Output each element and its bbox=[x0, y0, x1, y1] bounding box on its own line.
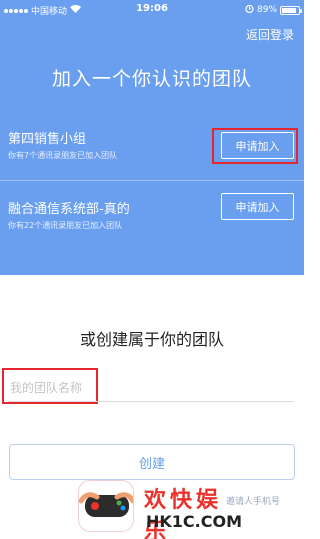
team-name-input[interactable] bbox=[8, 374, 294, 402]
battery-fill bbox=[282, 7, 297, 13]
battery-percent: 89% bbox=[256, 5, 277, 15]
divider bbox=[0, 180, 304, 181]
create-team-title: 或创建属于你的团队 bbox=[79, 330, 224, 349]
watermark: 欢快娱乐 HK1C.COM bbox=[78, 478, 242, 539]
battery-icon bbox=[280, 5, 302, 15]
team-friends-count: 你有7个通讯录朋友已加入团队 bbox=[8, 151, 118, 160]
apply-join-button[interactable]: 申请加入 bbox=[221, 193, 294, 220]
create-button[interactable]: 创建 bbox=[9, 444, 295, 480]
watermark-logo-icon bbox=[78, 480, 134, 532]
back-to-login-link[interactable]: 返回登录 bbox=[246, 26, 294, 43]
team-friends-count: 你有22个通讯录朋友已加入团队 bbox=[8, 221, 123, 230]
apply-join-button[interactable]: 申请加入 bbox=[221, 132, 294, 159]
join-team-title: 加入一个你认识的团队 bbox=[51, 68, 252, 90]
alarm-icon bbox=[245, 4, 254, 16]
team-name: 第四销售小组 bbox=[8, 132, 87, 147]
join-team-panel: 返回登录 加入一个你认识的团队 第四销售小组 你有7个通讯录朋友已加入团队 申请… bbox=[0, 20, 304, 275]
watermark-url: HK1C.COM bbox=[146, 512, 243, 531]
status-bar-right: 89% bbox=[245, 4, 302, 16]
team-name: 融合通信系统部-真的 bbox=[8, 202, 130, 217]
status-bar: 中国移动 19:06 89% bbox=[0, 0, 304, 20]
